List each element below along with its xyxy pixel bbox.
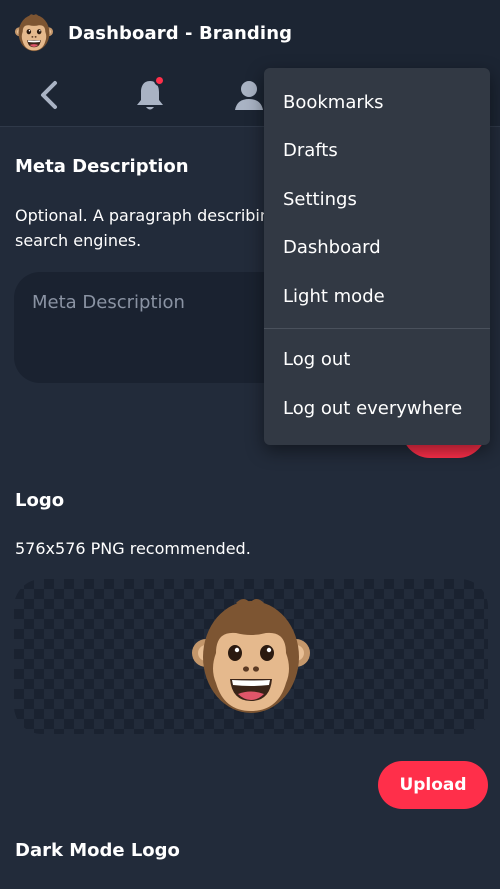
menu-divider — [264, 327, 490, 329]
logo-note: 576x576 PNG recommended. — [15, 539, 251, 558]
help-line-1: Optional. A paragraph describin — [15, 206, 271, 225]
user-dropdown-menu: Bookmarks Drafts Settings Dashboard Ligh… — [264, 68, 490, 445]
monkey-logo-icon — [14, 14, 54, 52]
meta-description-heading: Meta Description — [15, 156, 189, 177]
monkey-logo-image — [192, 599, 310, 713]
meta-description-placeholder: Meta Description — [32, 292, 185, 313]
back-button[interactable] — [21, 72, 77, 118]
menu-item-bookmarks[interactable]: Bookmarks — [264, 78, 490, 127]
logo-heading: Logo — [15, 490, 65, 511]
page-title: Dashboard - Branding — [68, 22, 293, 44]
menu-item-light-mode[interactable]: Light mode — [264, 272, 490, 321]
notifications-button[interactable] — [122, 72, 178, 118]
dark-mode-logo-heading: Dark Mode Logo — [15, 840, 180, 861]
logo-preview[interactable] — [14, 579, 488, 734]
meta-description-help: Optional. A paragraph describin search e… — [15, 203, 270, 253]
user-icon — [235, 81, 263, 110]
menu-item-dashboard[interactable]: Dashboard — [264, 224, 490, 273]
notification-badge — [154, 75, 165, 86]
menu-item-drafts[interactable]: Drafts — [264, 127, 490, 176]
help-line-2: search engines. — [15, 231, 142, 250]
brand[interactable]: Dashboard - Branding — [14, 12, 292, 54]
menu-item-log-out-everywhere[interactable]: Log out everywhere — [264, 384, 490, 433]
menu-item-settings[interactable]: Settings — [264, 175, 490, 224]
upload-button[interactable]: Upload — [378, 761, 488, 809]
chevron-left-icon — [41, 81, 57, 109]
menu-item-log-out[interactable]: Log out — [264, 336, 490, 385]
